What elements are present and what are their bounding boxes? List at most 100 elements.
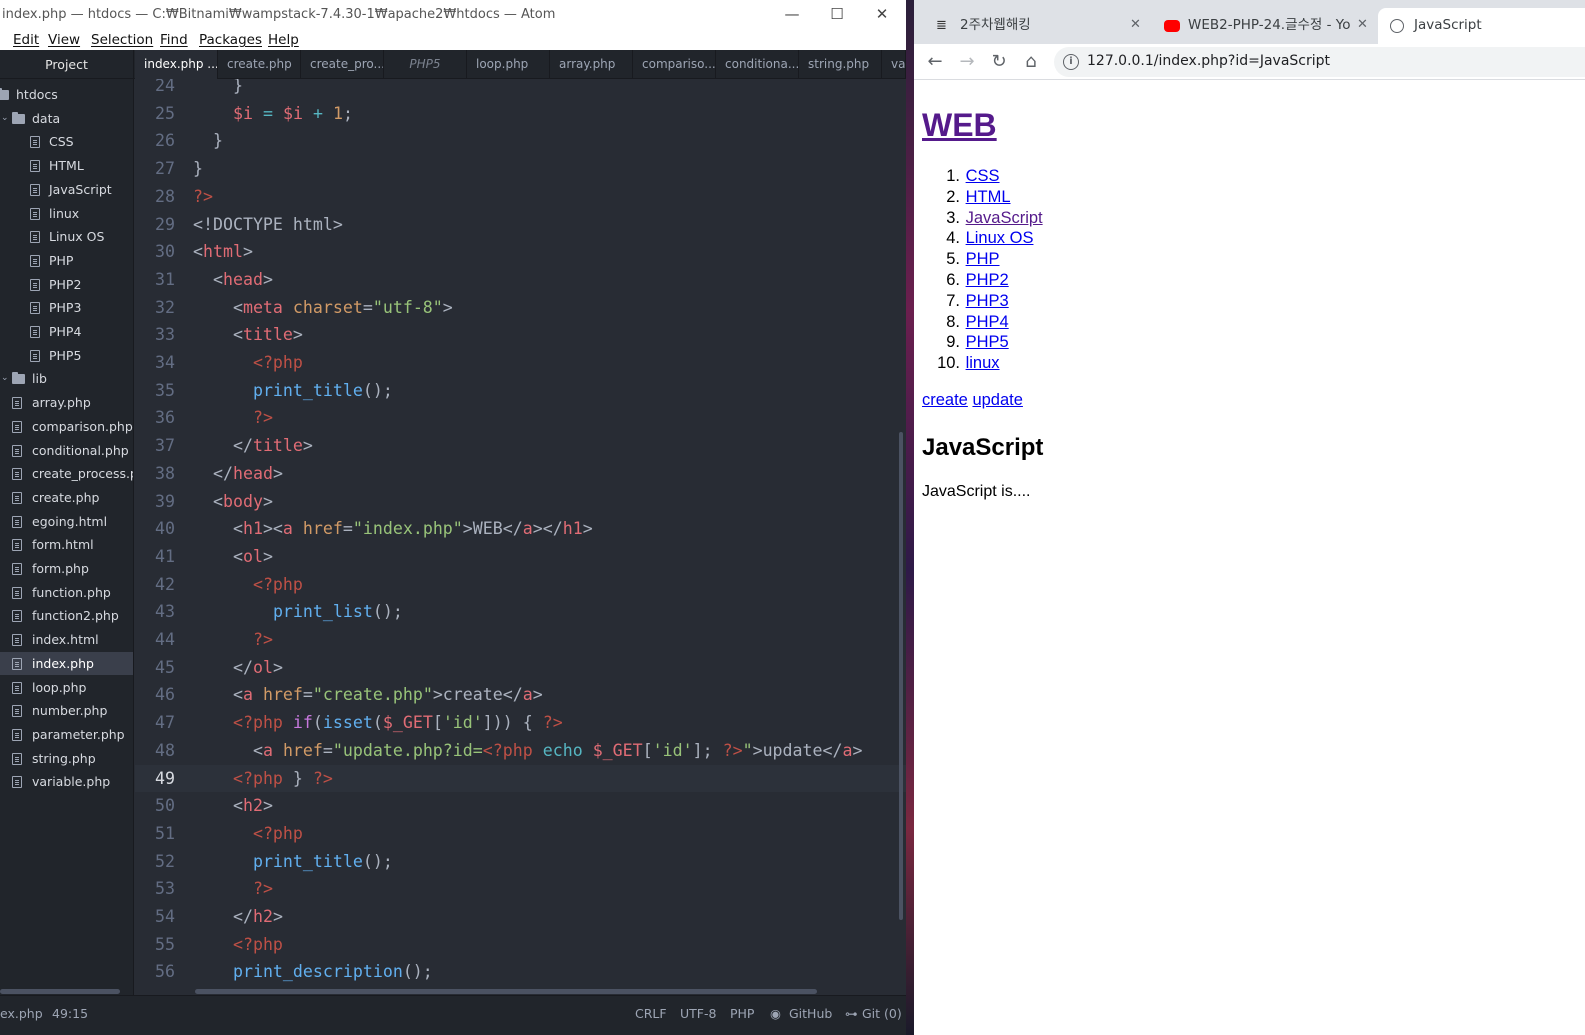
code-line[interactable]: 53 ?> bbox=[135, 875, 906, 903]
code-line[interactable]: 34 <?php bbox=[135, 349, 906, 377]
editor-tab[interactable]: string.php bbox=[799, 50, 882, 79]
tree-file-item[interactable]: number.php bbox=[0, 699, 133, 722]
tab-project[interactable]: Project bbox=[0, 50, 134, 79]
tree-file-item[interactable]: PHP bbox=[0, 249, 133, 272]
code-line[interactable]: 45 </ol> bbox=[135, 654, 906, 682]
home-icon[interactable]: ⌂ bbox=[1018, 49, 1044, 75]
code-line[interactable]: 28 ?> bbox=[135, 183, 906, 211]
topic-link[interactable]: PHP bbox=[966, 250, 1000, 268]
editor-vertical-scrollbar[interactable] bbox=[899, 432, 903, 920]
tree-file-item[interactable]: index.html bbox=[0, 628, 133, 651]
tree-file-item[interactable]: PHP4 bbox=[0, 320, 133, 343]
maximize-icon[interactable]: ☐ bbox=[827, 4, 847, 24]
code-line[interactable]: 51 <?php bbox=[135, 820, 906, 848]
code-line[interactable]: 48 <a href="update.php?id=<?php echo $_G… bbox=[135, 737, 906, 765]
tree-file-item[interactable]: form.php bbox=[0, 557, 133, 580]
chevron-down-icon[interactable]: ⌄ bbox=[1, 107, 9, 130]
code-line[interactable]: 38 </head> bbox=[135, 460, 906, 488]
browser-tab[interactable]: WEB2-PHP-24.글수정 - Yo ✕ bbox=[1152, 8, 1376, 44]
code-line[interactable]: 55 <?php bbox=[135, 931, 906, 959]
editor-tab[interactable]: va bbox=[882, 50, 906, 79]
code-line[interactable]: 31 <head> bbox=[135, 266, 906, 294]
close-tab-icon[interactable]: ✕ bbox=[1357, 8, 1368, 42]
tree-file-item[interactable]: PHP2 bbox=[0, 273, 133, 296]
tree-file-item[interactable]: linux bbox=[0, 202, 133, 225]
web-home-link[interactable]: WEB bbox=[922, 107, 997, 143]
reload-icon[interactable]: ↻ bbox=[986, 49, 1012, 75]
code-line[interactable]: 25 $i = $i + 1; bbox=[135, 100, 906, 128]
code-line[interactable]: 32 <meta charset="utf-8"> bbox=[135, 294, 906, 322]
status-file[interactable]: ex.php bbox=[0, 1006, 43, 1021]
topic-link[interactable]: HTML bbox=[966, 188, 1011, 206]
topic-link[interactable]: PHP4 bbox=[966, 313, 1009, 331]
address-bar[interactable]: i 127.0.0.1/index.php?id=JavaScript bbox=[1054, 47, 1585, 77]
tree-file-item[interactable]: array.php bbox=[0, 391, 133, 414]
tree-file-item[interactable]: HTML bbox=[0, 154, 133, 177]
code-line[interactable]: 56 print_description(); bbox=[135, 958, 906, 986]
forward-icon[interactable]: → bbox=[954, 49, 980, 75]
topic-link[interactable]: PHP5 bbox=[966, 333, 1009, 351]
editor-tab[interactable]: create.php bbox=[218, 50, 301, 79]
code-line[interactable]: 26 } bbox=[135, 127, 906, 155]
code-line[interactable]: 49 <?php } ?> bbox=[135, 764, 906, 793]
code-line[interactable]: 33 <title> bbox=[135, 321, 906, 349]
code-line[interactable]: 42 <?php bbox=[135, 571, 906, 599]
code-line[interactable]: 50 <h2> bbox=[135, 792, 906, 820]
editor-tab[interactable]: PHP5 bbox=[384, 50, 467, 79]
tree-file-item[interactable]: function2.php bbox=[0, 604, 133, 627]
topic-link[interactable]: PHP2 bbox=[966, 271, 1009, 289]
tree-file-item[interactable]: parameter.php bbox=[0, 723, 133, 746]
status-cursor-position[interactable]: 49:15 bbox=[52, 1006, 88, 1021]
url-text[interactable]: 127.0.0.1/index.php?id=JavaScript bbox=[1087, 53, 1330, 69]
status-git[interactable]: Git (0) bbox=[862, 1006, 902, 1021]
code-line[interactable]: 24 } bbox=[135, 79, 906, 100]
chevron-down-icon[interactable]: ⌄ bbox=[1, 367, 9, 390]
tree-file-item[interactable]: variable.php bbox=[0, 770, 133, 793]
menu-packages[interactable]: Packages bbox=[199, 32, 262, 48]
menu-edit[interactable]: Edit bbox=[13, 32, 39, 48]
status-encoding[interactable]: UTF-8 bbox=[680, 1006, 716, 1021]
tree-file-item[interactable]: PHP3 bbox=[0, 296, 133, 319]
topic-link[interactable]: PHP3 bbox=[966, 292, 1009, 310]
code-editor[interactable]: 24 } 25 $i = $i + 1; 26 } 27} 28 ?> 29 <!DOCTYP… bbox=[135, 79, 906, 995]
tree-folder-item[interactable]: ⌄ lib bbox=[0, 367, 133, 390]
topic-link[interactable]: Linux OS bbox=[966, 229, 1034, 247]
editor-tab[interactable]: array.php bbox=[550, 50, 633, 79]
tree-file-item[interactable]: comparison.php bbox=[0, 415, 133, 438]
tree-file-item[interactable]: string.php bbox=[0, 747, 133, 770]
close-icon[interactable]: ✕ bbox=[872, 4, 892, 24]
topic-link[interactable]: linux bbox=[966, 354, 1000, 372]
status-grammar[interactable]: PHP bbox=[730, 1006, 754, 1021]
tree-file-item[interactable]: Linux OS bbox=[0, 225, 133, 248]
code-line[interactable]: 37 </title> bbox=[135, 432, 906, 460]
code-line[interactable]: 35 print_title(); bbox=[135, 377, 906, 405]
code-line[interactable]: 30 <html> bbox=[135, 238, 906, 266]
close-tab-icon[interactable]: ✕ bbox=[1130, 8, 1141, 42]
tree-file-item[interactable]: create.php bbox=[0, 486, 133, 509]
site-info-icon[interactable]: i bbox=[1063, 54, 1079, 70]
tree-file-item[interactable]: form.html bbox=[0, 533, 133, 556]
code-line[interactable]: 36 ?> bbox=[135, 404, 906, 432]
menu-view[interactable]: View bbox=[48, 32, 80, 48]
tree-horizontal-scrollbar[interactable] bbox=[0, 989, 120, 994]
editor-tab[interactable]: create_pro... bbox=[301, 50, 384, 79]
editor-horizontal-scrollbar[interactable] bbox=[195, 989, 817, 994]
tree-file-item[interactable]: loop.php bbox=[0, 676, 133, 699]
menu-find[interactable]: Find bbox=[160, 32, 188, 48]
tree-folder-item[interactable]: ⌄ data bbox=[0, 107, 133, 130]
status-github[interactable]: GitHub bbox=[789, 1006, 832, 1021]
tree-file-item[interactable]: create_process.php bbox=[0, 462, 133, 485]
topic-link[interactable]: CSS bbox=[966, 167, 1000, 185]
update-link[interactable]: update bbox=[972, 391, 1022, 409]
browser-tab[interactable]: ≣ 2주차웹해킹 ✕ bbox=[924, 8, 1149, 44]
editor-tab[interactable]: compariso... bbox=[633, 50, 716, 79]
code-line[interactable]: 29 <!DOCTYPE html> bbox=[135, 211, 906, 239]
browser-tab-active[interactable]: JavaScript bbox=[1378, 8, 1585, 44]
code-line[interactable]: 47 <?php if(isset($_GET['id'])) { ?> bbox=[135, 709, 906, 737]
status-line-ending[interactable]: CRLF bbox=[635, 1006, 667, 1021]
back-icon[interactable]: ← bbox=[922, 49, 948, 75]
topic-link[interactable]: JavaScript bbox=[966, 209, 1043, 227]
create-link[interactable]: create bbox=[922, 391, 968, 409]
tab-index-php-active[interactable]: index.php ... bbox=[135, 50, 218, 79]
editor-tab[interactable]: conditiona... bbox=[716, 50, 799, 79]
